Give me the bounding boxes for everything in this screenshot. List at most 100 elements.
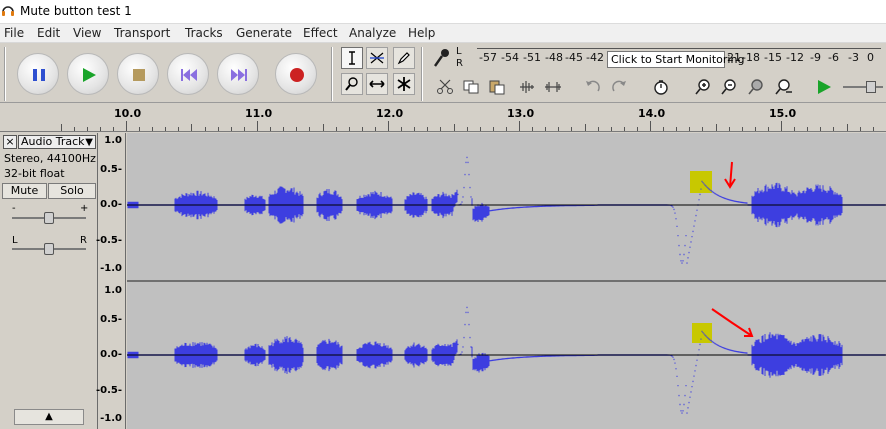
channel-divider — [127, 280, 886, 282]
ruler-tick — [257, 121, 258, 131]
draw-tool[interactable] — [393, 47, 415, 69]
menu-tracks[interactable]: Tracks — [185, 26, 223, 40]
amplitude-ruler: 1.0 0.5- 0.0- -0.5- -1.0 1.0 0.5- 0.0- -… — [95, 133, 126, 429]
ruler-tick — [205, 127, 206, 131]
zoom-in-button[interactable] — [692, 76, 714, 98]
skip-to-end-icon — [231, 69, 247, 81]
play-speed-slider-thumb[interactable] — [866, 81, 876, 93]
stop-icon — [133, 69, 145, 81]
ruler-tick — [624, 127, 625, 131]
scale-label: 1.0 — [104, 285, 122, 296]
paste-button[interactable] — [486, 76, 508, 98]
fit-selection-button[interactable] — [745, 76, 767, 98]
ruler-tick — [126, 121, 127, 131]
pan-left-label: L — [12, 235, 18, 246]
gain-plus-label: + — [80, 203, 89, 214]
record-icon — [290, 68, 304, 82]
solo-button[interactable]: Solo — [48, 183, 96, 199]
collapse-track-button[interactable]: ▲ — [14, 409, 84, 425]
ruler-tick — [519, 121, 520, 131]
timeline-ruler[interactable]: 10.0 11.0 12.0 13.0 14.0 15.0 — [0, 103, 886, 132]
ruler-tick — [716, 124, 717, 131]
play-speed-slider[interactable] — [843, 86, 883, 88]
separator — [421, 47, 423, 101]
ruler-tick — [545, 127, 546, 131]
close-track-button[interactable]: × — [3, 135, 17, 149]
ruler-tick — [571, 127, 572, 131]
meter-line — [477, 48, 881, 49]
envelope-icon — [370, 52, 384, 64]
ruler-tick — [532, 127, 533, 131]
track-name-menu[interactable]: Audio Track ▼ — [18, 135, 96, 149]
ruler-tick — [558, 127, 559, 131]
pause-button[interactable] — [17, 53, 59, 95]
waveform-area[interactable] — [127, 133, 886, 429]
ruler-tick — [231, 127, 232, 131]
undo-button[interactable] — [582, 76, 604, 98]
scale-label: -0.5- — [95, 385, 122, 396]
silence-button[interactable] — [542, 76, 564, 98]
scale-label: -1.0 — [100, 413, 122, 424]
menu-file[interactable]: File — [4, 26, 24, 40]
gain-slider-thumb[interactable] — [44, 212, 54, 224]
zoom-out-button[interactable] — [718, 76, 740, 98]
menu-view[interactable]: View — [73, 26, 101, 40]
menu-help[interactable]: Help — [408, 26, 435, 40]
redo-button[interactable] — [608, 76, 630, 98]
meter-label-l: L — [456, 46, 462, 57]
redo-icon — [612, 80, 626, 92]
scale-label: 0.5- — [100, 164, 122, 175]
copy-button[interactable] — [460, 76, 482, 98]
play-icon — [818, 80, 831, 94]
ruler-tick — [768, 127, 769, 131]
time-shift-tool[interactable] — [366, 73, 388, 95]
ruler-tick — [309, 127, 310, 131]
ruler-tick — [270, 127, 271, 131]
meter-level: -3 — [848, 51, 859, 64]
paste-icon — [489, 80, 505, 95]
trim-button[interactable] — [516, 76, 538, 98]
play-button[interactable] — [67, 53, 109, 95]
gain-minus-label: - — [12, 203, 16, 214]
multi-tool[interactable] — [393, 73, 415, 95]
meter-level: -42 — [586, 51, 604, 64]
envelope-tool[interactable] — [366, 47, 388, 69]
ruler-tick — [506, 127, 507, 131]
ruler-label: 12.0 — [376, 107, 404, 120]
selection-tool[interactable] — [341, 47, 363, 69]
double-arrow-icon — [369, 80, 385, 88]
stop-button[interactable] — [117, 53, 159, 95]
skip-to-end-button[interactable] — [217, 53, 259, 95]
cut-button[interactable] — [434, 76, 456, 98]
title-bar: Mute button test 1 — [0, 0, 886, 24]
menu-transport[interactable]: Transport — [114, 26, 170, 40]
pan-slider-thumb[interactable] — [44, 243, 54, 255]
fit-project-icon — [775, 79, 792, 95]
ruler-tick — [807, 127, 808, 131]
ruler-tick — [139, 127, 140, 131]
skip-to-start-button[interactable] — [167, 53, 209, 95]
menu-effect[interactable]: Effect — [303, 26, 338, 40]
menu-edit[interactable]: Edit — [37, 26, 60, 40]
zoom-out-icon — [721, 79, 736, 95]
mute-button[interactable]: Mute — [2, 183, 47, 199]
magnifier-icon — [345, 77, 358, 91]
ruler-tick — [427, 127, 428, 131]
ruler-tick — [676, 127, 677, 131]
zoom-tool[interactable] — [341, 73, 363, 95]
sync-lock-button[interactable] — [650, 76, 672, 98]
waveform-canvas[interactable] — [127, 133, 886, 429]
highlight-marker — [692, 323, 712, 343]
meter-level: -57 — [479, 51, 497, 64]
menu-analyze[interactable]: Analyze — [349, 26, 396, 40]
record-meter-microphone-icon[interactable] — [432, 47, 454, 69]
track-format: Stereo, 44100Hz — [4, 152, 96, 165]
menu-generate[interactable]: Generate — [236, 26, 292, 40]
asterisk-icon — [397, 77, 411, 91]
record-button[interactable] — [275, 53, 317, 95]
scale-label: 1.0 — [104, 135, 122, 146]
play-at-speed-button[interactable] — [813, 76, 835, 98]
fit-project-button[interactable] — [772, 76, 794, 98]
fit-selection-icon — [748, 79, 763, 95]
separator — [331, 47, 333, 101]
